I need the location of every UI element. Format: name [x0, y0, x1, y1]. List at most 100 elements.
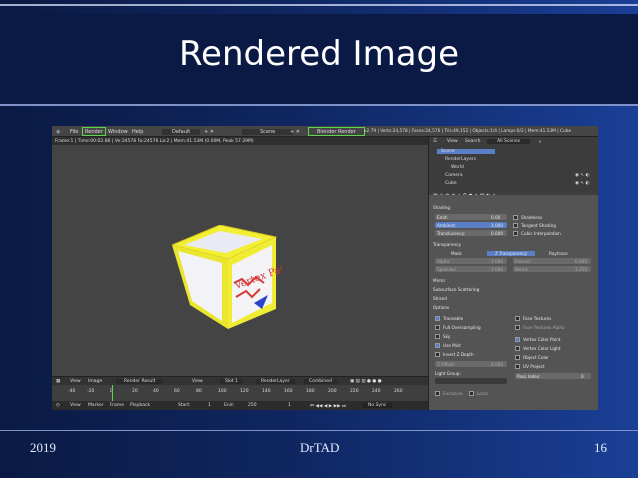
outliner-icon[interactable]: ☰: [433, 139, 437, 144]
menu-view[interactable]: View: [70, 379, 81, 384]
visibility-icons[interactable]: ◉ ↖ ◐: [575, 181, 589, 186]
material-properties: Shading Emit: 0.00 Ambient: 1.000 Transl…: [429, 195, 598, 410]
outliner-view-menu[interactable]: View: [447, 139, 458, 144]
current-frame-marker[interactable]: [112, 385, 113, 401]
local-checkbox[interactable]: [469, 391, 474, 396]
current-frame-field[interactable]: 1: [288, 403, 291, 408]
cubic-label: Cubic Interpolation: [521, 231, 561, 236]
light-group-label: Light Group:: [435, 371, 461, 376]
rendered-cube: Vertex Paint: [172, 225, 282, 329]
editor-type-icon[interactable]: ▦: [56, 379, 60, 384]
mask-tab[interactable]: Mask: [451, 251, 462, 256]
ambient-value: 1.000: [491, 223, 503, 228]
menu-help[interactable]: Help: [132, 129, 143, 135]
sss-panel-header[interactable]: Subsurface Scattering: [433, 287, 479, 292]
menu-frame[interactable]: Frame: [110, 403, 124, 408]
invert-z-checkbox[interactable]: [435, 352, 440, 357]
render-engine-select[interactable]: Blender Render: [308, 127, 365, 136]
outliner-display-select[interactable]: All Scenes: [487, 139, 531, 144]
shadeless-label: Shadeless: [521, 215, 543, 220]
face-tex-alpha-label: Face Textures Alpha: [523, 325, 565, 330]
timeline-tick: 60: [174, 389, 180, 394]
vcol-paint-checkbox[interactable]: [515, 337, 520, 342]
light-group-field[interactable]: [435, 378, 507, 384]
end-frame-field[interactable]: 250: [248, 403, 257, 408]
render-info-text: Frame:1 | Time:00:02.86 | Ve:24578 Fa:24…: [55, 139, 254, 144]
timeline-tick: 220: [350, 389, 359, 394]
sky-checkbox[interactable]: [435, 334, 440, 339]
end-frame-label: End:: [224, 403, 235, 408]
visibility-icons[interactable]: ◉ ↖ ◐: [575, 173, 589, 178]
full-oversampling-checkbox[interactable]: [435, 325, 440, 330]
mirror-panel-header[interactable]: Mirror: [433, 278, 445, 283]
menu-view-timeline[interactable]: View: [70, 403, 81, 408]
timeline-tick: 120: [240, 389, 249, 394]
use-mist-checkbox[interactable]: [435, 343, 440, 348]
ztrans-tab[interactable]: Z Transparency: [487, 251, 536, 256]
menu-view-2[interactable]: View: [192, 379, 203, 384]
menu-marker[interactable]: Marker: [88, 403, 104, 408]
sync-select[interactable]: No Sync: [362, 403, 393, 408]
channel-display-icons[interactable]: ▣ ▤ ▥ ● ● ●: [350, 379, 382, 384]
strand-panel-header[interactable]: Strand: [433, 296, 447, 301]
menu-playback[interactable]: Playback: [130, 403, 150, 408]
emit-label: Emit:: [437, 215, 448, 220]
uv-project-label: UV Project: [523, 364, 545, 369]
pass-select[interactable]: Combined: [304, 379, 337, 384]
slot-select[interactable]: Slot 1: [220, 379, 243, 384]
add-scene-icon[interactable]: + ✕: [290, 129, 300, 135]
menu-window[interactable]: Window: [108, 129, 128, 135]
timeline-tick: 80: [196, 389, 202, 394]
outliner-item[interactable]: World: [451, 165, 464, 170]
timeline-header: ◷ View Marker Frame Playback Start: 1 En…: [52, 401, 428, 410]
exclusive-checkbox[interactable]: [435, 391, 440, 396]
vcol-light-checkbox[interactable]: [515, 346, 520, 351]
timeline-tick: 100: [218, 389, 227, 394]
options-panel-header[interactable]: Options: [433, 305, 449, 310]
layout-select[interactable]: Default: [162, 129, 201, 135]
outliner-item[interactable]: Camera: [445, 173, 463, 178]
fresnel-value: 0.000: [575, 259, 587, 264]
outliner-item[interactable]: Cube: [445, 181, 457, 186]
face-tex-alpha-checkbox[interactable]: [515, 325, 520, 330]
raytrace-tab[interactable]: Raytrace: [549, 251, 568, 256]
traceable-label: Traceable: [443, 316, 464, 321]
start-frame-field[interactable]: 1: [208, 403, 211, 408]
uv-project-checkbox[interactable]: [515, 364, 520, 369]
image-editor-view[interactable]: Vertex Paint: [52, 145, 428, 376]
playback-controls-icon[interactable]: ⏮ ◀◀ ◀ ▶ ▶▶ ⏭: [310, 403, 346, 409]
image-select[interactable]: Render Result: [116, 379, 164, 384]
blend-label: Blend:: [515, 267, 529, 272]
outliner-search-menu[interactable]: Search: [465, 139, 480, 144]
local-label: Local: [477, 391, 488, 396]
object-color-checkbox[interactable]: [515, 355, 520, 360]
menu-image[interactable]: Image: [88, 379, 102, 384]
specular-label: Specular:: [437, 267, 457, 272]
transparency-panel-header[interactable]: Transparency: [433, 242, 461, 247]
shading-panel-header[interactable]: Shading: [433, 205, 450, 210]
timeline-tick: 40: [153, 389, 159, 394]
footer-page-number: 16: [594, 440, 607, 455]
shadeless-checkbox[interactable]: [513, 215, 518, 220]
top-divider: [0, 4, 638, 6]
use-mist-label: Use Mist: [443, 343, 461, 348]
specular-value: 1.000: [491, 267, 503, 272]
scene-select[interactable]: Scene: [242, 129, 294, 135]
timeline-editor-icon[interactable]: ◷: [56, 403, 60, 408]
menu-file[interactable]: File: [70, 129, 78, 135]
layer-select[interactable]: RenderLayer: [256, 379, 295, 384]
outliner-item[interactable]: RenderLayers: [445, 157, 476, 162]
add-layout-icon[interactable]: + ✕: [204, 129, 214, 135]
timeline[interactable]: -40 -20 0 20 40 60 80 100 120 140 160 18…: [52, 385, 428, 401]
cubic-checkbox[interactable]: [513, 231, 518, 236]
outliner: ☰ View Search All Scenes ⌕ Scene RenderL…: [429, 137, 598, 192]
menu-render[interactable]: Render: [82, 127, 106, 136]
tangent-checkbox[interactable]: [513, 223, 518, 228]
face-textures-checkbox[interactable]: [515, 316, 520, 321]
traceable-checkbox[interactable]: [435, 316, 440, 321]
footer-divider: [0, 430, 638, 431]
blender-logo-icon: ◉: [56, 129, 61, 135]
outliner-item[interactable]: Scene: [437, 149, 495, 154]
search-icon[interactable]: ⌕: [539, 139, 542, 145]
ambient-label: Ambient:: [437, 223, 457, 228]
